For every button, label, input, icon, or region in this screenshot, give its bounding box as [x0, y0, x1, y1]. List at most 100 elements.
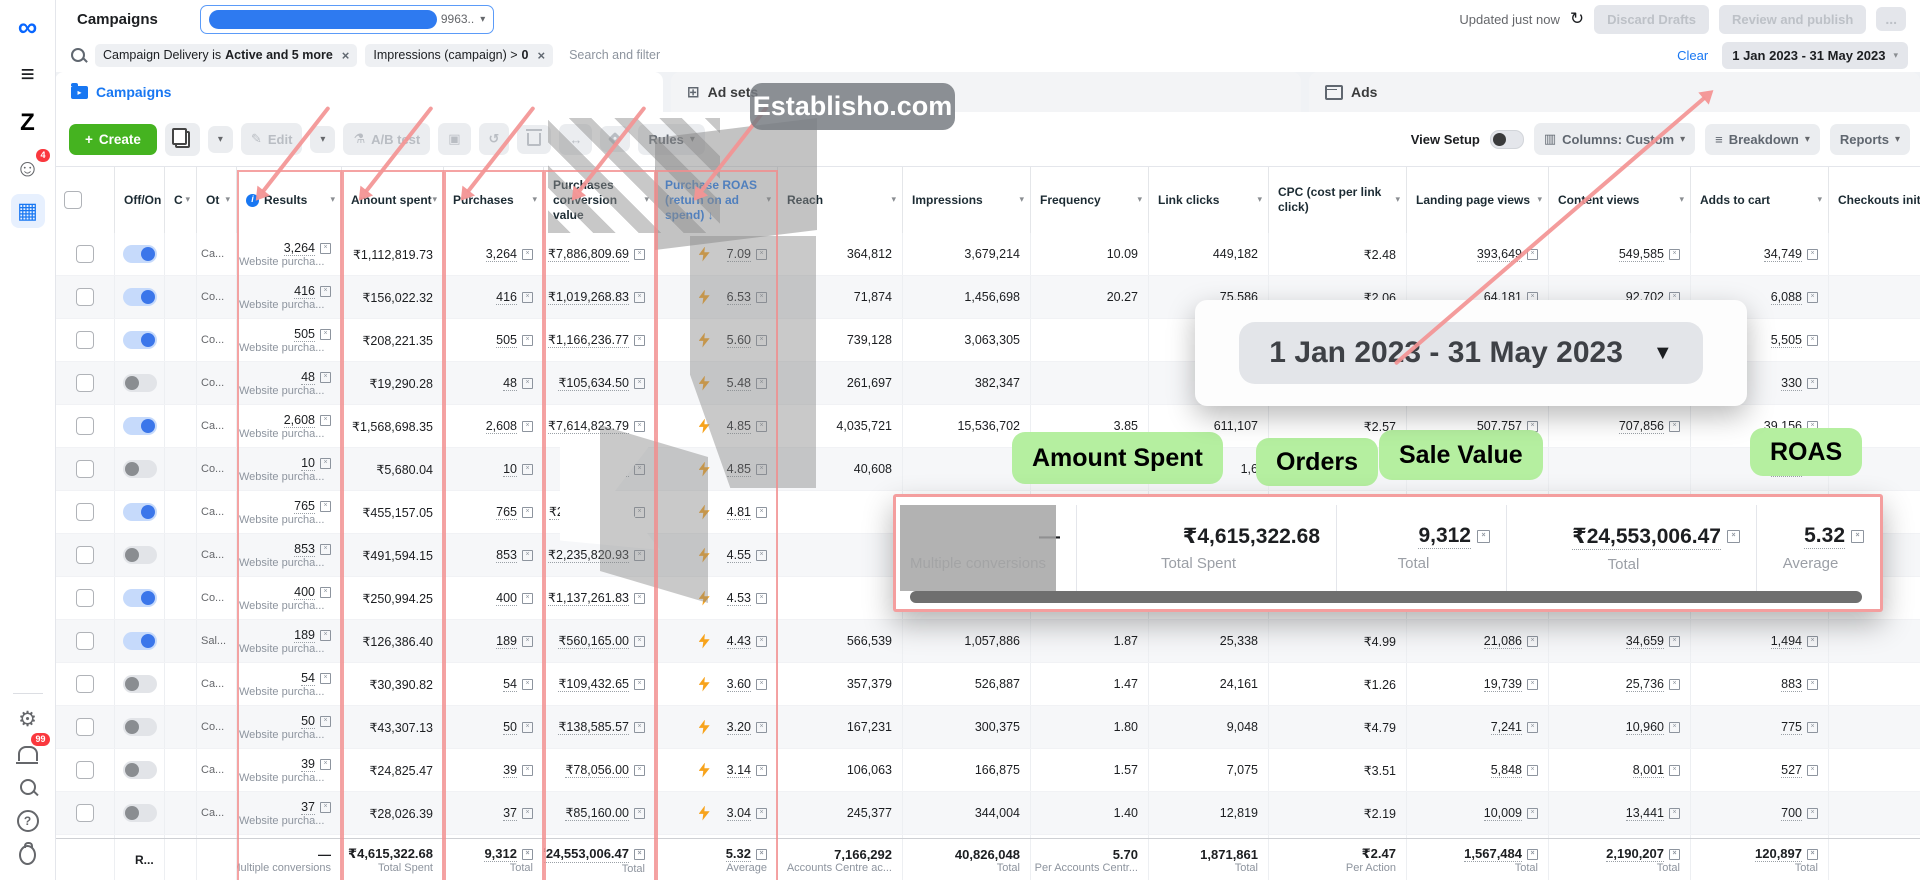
- campaign-toggle[interactable]: [123, 675, 157, 693]
- campaign-toggle[interactable]: [123, 417, 157, 435]
- campaign-toggle[interactable]: [123, 632, 157, 650]
- campaign-toggle[interactable]: [123, 546, 157, 564]
- campaign-name[interactable]: Co...: [197, 362, 237, 404]
- filter-chip-impressions[interactable]: Impressions (campaign) >0 ×: [365, 44, 553, 67]
- column-header-cpc[interactable]: CPC (cost per link click)▾: [1269, 167, 1407, 233]
- filter-chip-delivery[interactable]: Campaign Delivery isActive and 5 more ×: [95, 44, 357, 67]
- discard-drafts-button[interactable]: Discard Drafts: [1594, 5, 1709, 34]
- view-setup-toggle[interactable]: [1490, 130, 1524, 149]
- row-checkbox[interactable]: [76, 589, 94, 607]
- breakdown-button[interactable]: ≡Breakdown▾: [1705, 124, 1820, 155]
- sort-caret-icon[interactable]: ▾: [1257, 194, 1262, 205]
- messages-icon[interactable]: ☺ 4: [11, 152, 45, 186]
- row-checkbox[interactable]: [76, 632, 94, 650]
- column-header-link_clicks[interactable]: Link clicks▾: [1149, 167, 1269, 233]
- row-checkbox[interactable]: [76, 331, 94, 349]
- settings-gear-icon[interactable]: ⚙: [11, 702, 45, 736]
- column-header-ot[interactable]: Ot▾: [197, 167, 237, 233]
- sort-caret-icon[interactable]: ▾: [1537, 194, 1542, 205]
- campaign-toggle[interactable]: [123, 460, 157, 478]
- tab-ads[interactable]: Ads: [1309, 72, 1920, 112]
- campaign-name[interactable]: Co...: [197, 577, 237, 619]
- clear-filters-link[interactable]: Clear: [1677, 48, 1708, 63]
- sort-caret-icon[interactable]: ▾: [185, 194, 190, 205]
- column-header-check[interactable]: [55, 167, 115, 233]
- sort-caret-icon[interactable]: ▾: [1019, 194, 1024, 205]
- row-checkbox[interactable]: [76, 460, 94, 478]
- menu-icon[interactable]: ≡: [11, 58, 45, 92]
- campaign-name[interactable]: Ca...: [197, 534, 237, 576]
- account-selector[interactable]: 9963.. ▾: [200, 5, 494, 34]
- campaign-toggle[interactable]: [123, 331, 157, 349]
- column-header-lpv[interactable]: Landing page views▾: [1407, 167, 1549, 233]
- row-checkbox[interactable]: [76, 417, 94, 435]
- row-checkbox[interactable]: [76, 245, 94, 263]
- sort-caret-icon[interactable]: ▾: [891, 194, 896, 205]
- sort-caret-icon[interactable]: ▾: [225, 194, 230, 205]
- sort-caret-icon[interactable]: ▾: [1817, 194, 1822, 205]
- remove-filter-icon[interactable]: ×: [342, 48, 350, 63]
- campaign-toggle[interactable]: [123, 374, 157, 392]
- campaign-name[interactable]: Ca...: [197, 663, 237, 705]
- more-options-button[interactable]: ...: [1876, 7, 1906, 31]
- remove-filter-icon[interactable]: ×: [538, 48, 546, 63]
- search-and-filter-input[interactable]: Search and filter: [569, 48, 660, 62]
- delete-button[interactable]: [517, 125, 551, 154]
- row-checkbox[interactable]: [76, 374, 94, 392]
- row-checkbox[interactable]: [76, 675, 94, 693]
- review-publish-button[interactable]: Review and publish: [1719, 5, 1866, 34]
- campaign-toggle[interactable]: [123, 589, 157, 607]
- business-logo-icon[interactable]: Z: [11, 106, 45, 140]
- row-checkbox[interactable]: [76, 718, 94, 736]
- column-header-impressions[interactable]: Impressions▾: [903, 167, 1031, 233]
- row-checkbox[interactable]: [76, 288, 94, 306]
- select-all-checkbox[interactable]: [64, 191, 82, 209]
- campaign-name[interactable]: Ca...: [197, 233, 237, 275]
- column-header-checkout[interactable]: Checkouts initiated▾: [1829, 167, 1920, 233]
- clipboard-button[interactable]: ▣: [438, 123, 470, 155]
- campaign-name[interactable]: Ca...: [197, 491, 237, 533]
- column-header-toggle[interactable]: Off/On: [115, 167, 165, 233]
- tab-campaigns[interactable]: ▸ Campaigns: [55, 72, 663, 112]
- campaign-toggle[interactable]: [123, 761, 157, 779]
- campaign-toggle[interactable]: [123, 245, 157, 263]
- row-checkbox[interactable]: [76, 804, 94, 822]
- ads-manager-icon[interactable]: ▦: [11, 194, 45, 228]
- horizontal-scrollbar[interactable]: [910, 591, 1862, 603]
- column-header-frequency[interactable]: Frequency▾: [1031, 167, 1149, 233]
- campaign-toggle[interactable]: [123, 503, 157, 521]
- campaign-name[interactable]: Ca...: [197, 749, 237, 791]
- sort-caret-icon[interactable]: ▾: [1137, 194, 1142, 205]
- refresh-icon[interactable]: ↻: [1570, 9, 1584, 29]
- duplicate-caret-button[interactable]: ▾: [208, 126, 233, 153]
- campaign-toggle[interactable]: [123, 718, 157, 736]
- row-checkbox[interactable]: [76, 546, 94, 564]
- sort-caret-icon[interactable]: ▾: [1395, 194, 1400, 205]
- sort-caret-icon[interactable]: ▾: [330, 194, 335, 205]
- column-header-cv[interactable]: Content views▾: [1549, 167, 1691, 233]
- meta-logo-icon[interactable]: ∞: [11, 10, 45, 44]
- column-header-c[interactable]: C▾: [165, 167, 197, 233]
- column-header-adds[interactable]: Adds to cart▾: [1691, 167, 1829, 233]
- date-range-selector[interactable]: 1 Jan 2023 - 31 May 2023 ▾: [1722, 42, 1908, 69]
- create-button[interactable]: + Create: [69, 124, 157, 155]
- sort-caret-icon[interactable]: ▾: [532, 194, 537, 205]
- sort-caret-icon[interactable]: ▾: [1679, 194, 1684, 205]
- notifications-bell-icon[interactable]: 99: [11, 736, 45, 770]
- row-checkbox[interactable]: [76, 761, 94, 779]
- campaign-name[interactable]: Co...: [197, 276, 237, 318]
- search-icon[interactable]: [11, 770, 45, 804]
- duplicate-button[interactable]: [165, 123, 200, 156]
- campaign-name[interactable]: Co...: [197, 706, 237, 748]
- edit-caret-button[interactable]: ▾: [310, 126, 335, 153]
- campaign-name[interactable]: Ca...: [197, 405, 237, 447]
- reports-button[interactable]: Reports▾: [1830, 124, 1910, 155]
- sort-caret-icon[interactable]: ▾: [432, 194, 437, 205]
- campaign-name[interactable]: Ca...: [197, 792, 237, 834]
- bug-report-icon[interactable]: [11, 838, 45, 872]
- campaign-toggle[interactable]: [123, 804, 157, 822]
- column-header-results[interactable]: iResults▾: [237, 167, 342, 233]
- campaign-name[interactable]: Co...: [197, 319, 237, 361]
- campaign-toggle[interactable]: [123, 288, 157, 306]
- help-icon[interactable]: ?: [11, 804, 45, 838]
